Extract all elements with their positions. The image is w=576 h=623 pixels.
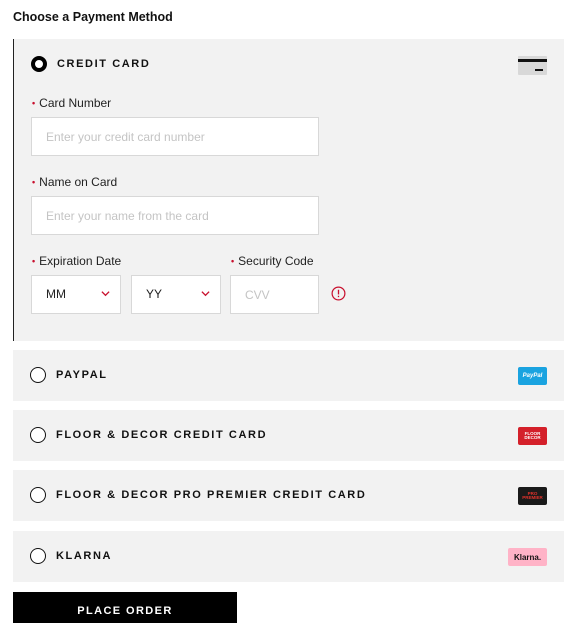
card-number-input[interactable] xyxy=(31,117,319,156)
expiration-year-value: YY xyxy=(146,287,163,301)
credit-card-icon xyxy=(518,56,547,75)
payment-method-fd-credit-card[interactable]: FLOOR & DECOR CREDIT CARD FLOOR DECOR xyxy=(13,410,564,461)
fd-credit-card-radio[interactable] xyxy=(30,427,46,443)
expiration-month-value: MM xyxy=(46,287,66,301)
klarna-logo-text: Klarna. xyxy=(513,552,542,562)
card-number-label: • Card Number xyxy=(32,96,111,110)
expiration-month-select[interactable]: MM xyxy=(31,275,121,314)
klarna-logo-icon: Klarna. xyxy=(508,548,547,566)
name-on-card-label-text: Name on Card xyxy=(39,175,118,189)
payment-method-credit-card[interactable]: CREDIT CARD •Card Number •Name on Card •… xyxy=(13,39,564,341)
pro-premier-card-logo-icon: PRO PREMIER xyxy=(518,487,547,505)
card-number-label-text: Card Number xyxy=(39,96,112,110)
name-on-card-input[interactable] xyxy=(31,196,319,235)
info-icon[interactable] xyxy=(331,286,346,301)
payment-method-klarna[interactable]: KLARNA Klarna. xyxy=(13,531,564,582)
required-marker: • xyxy=(32,256,36,266)
payment-method-fd-pro-premier[interactable]: FLOOR & DECOR PRO PREMIER CREDIT CARD PR… xyxy=(13,470,564,521)
paypal-logo-text: PayPal xyxy=(522,373,543,379)
fd-pro-premier-logo-text: PRO PREMIER xyxy=(522,490,543,500)
paypal-label: PAYPAL xyxy=(56,369,108,381)
required-marker: • xyxy=(32,177,36,187)
paypal-radio[interactable] xyxy=(30,367,46,383)
expiration-date-label: • Expiration Date xyxy=(32,254,121,268)
chevron-down-icon xyxy=(101,291,110,297)
expiration-date-label-text: Expiration Date xyxy=(39,254,122,268)
payment-method-paypal[interactable]: PAYPAL PayPal xyxy=(13,350,564,401)
fd-pro-premier-label: FLOOR & DECOR PRO PREMIER CREDIT CARD xyxy=(56,489,367,501)
required-marker: • xyxy=(32,98,36,108)
expiration-year-select[interactable]: YY xyxy=(131,275,221,314)
klarna-label: KLARNA xyxy=(56,550,113,562)
required-marker: • xyxy=(231,256,235,266)
credit-card-radio[interactable] xyxy=(31,56,47,72)
security-code-label-text: Security Code xyxy=(238,254,314,268)
place-order-button[interactable]: PLACE ORDER xyxy=(13,592,237,623)
floor-decor-card-logo-icon: FLOOR DECOR xyxy=(518,427,547,445)
paypal-logo-icon: PayPal xyxy=(518,367,547,385)
page-title: Choose a Payment Method xyxy=(13,10,173,24)
security-code-input[interactable] xyxy=(230,275,319,314)
security-code-label: • Security Code xyxy=(231,254,314,268)
chevron-down-icon xyxy=(201,291,210,297)
name-on-card-label: • Name on Card xyxy=(32,175,117,189)
fd-pro-premier-radio[interactable] xyxy=(30,487,46,503)
credit-card-label: CREDIT CARD xyxy=(57,58,151,70)
klarna-radio[interactable] xyxy=(30,548,46,564)
fd-credit-card-logo-text: FLOOR DECOR xyxy=(524,430,541,440)
fd-credit-card-label: FLOOR & DECOR CREDIT CARD xyxy=(56,429,268,441)
